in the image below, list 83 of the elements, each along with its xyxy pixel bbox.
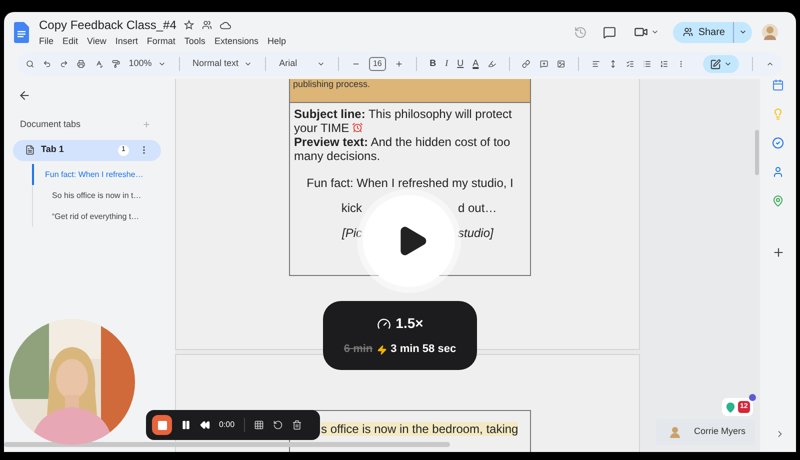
avatar[interactable] <box>762 24 778 40</box>
contacts-icon[interactable] <box>772 166 784 178</box>
video-call-icon[interactable] <box>634 25 648 39</box>
reduced-duration: 3 min 58 sec <box>390 342 456 358</box>
outline-item[interactable]: “Get rid of everything t… <box>32 206 161 226</box>
menu-item[interactable]: View <box>87 34 106 48</box>
add-icon[interactable] <box>772 246 784 259</box>
collaborator-chip[interactable]: Corrie Myers <box>656 419 755 445</box>
format-button[interactable]: A <box>472 57 479 71</box>
restart-icon[interactable] <box>272 420 283 430</box>
original-duration: 6 min <box>344 342 373 358</box>
stop-button[interactable] <box>152 415 172 435</box>
caret-icon <box>317 60 326 68</box>
calendar-icon[interactable] <box>772 79 784 91</box>
link-icon[interactable] <box>522 58 531 70</box>
star-icon[interactable] <box>184 20 194 30</box>
map-pin-icon[interactable] <box>772 195 784 207</box>
caret-icon <box>158 60 166 68</box>
undo-icon[interactable] <box>43 58 52 70</box>
avatar <box>670 426 680 438</box>
format-button[interactable]: B <box>430 57 436 71</box>
font-size-field[interactable]: 16 <box>368 57 386 71</box>
text-line: d out… <box>458 200 497 217</box>
format-button[interactable]: U <box>457 57 464 71</box>
cloud-icon[interactable] <box>220 20 232 30</box>
outline-item[interactable]: So his office is now in t… <box>32 184 161 206</box>
image-icon[interactable] <box>556 58 565 70</box>
highlighter-icon[interactable] <box>488 58 496 70</box>
line-spacing-icon[interactable] <box>608 58 617 70</box>
pause-icon[interactable] <box>181 420 191 430</box>
document-icon[interactable] <box>14 22 29 42</box>
horizontal-scrollbar[interactable] <box>4 442 450 447</box>
paint-format-icon[interactable] <box>112 58 120 70</box>
people-icon <box>683 27 694 37</box>
paragraph: Subject line: This philosophy will protect your TIME <box>294 107 513 135</box>
add-comment-icon[interactable] <box>540 58 548 70</box>
edit-icon <box>710 58 722 70</box>
editing-mode-button[interactable] <box>703 55 740 73</box>
alarm-clock-icon <box>352 122 364 134</box>
spellcheck-icon[interactable] <box>94 58 103 70</box>
rewind-icon[interactable] <box>200 420 210 430</box>
menu-item[interactable]: Help <box>267 34 286 48</box>
grid-icon[interactable] <box>254 420 264 430</box>
sidebar-heading: Document tabs <box>20 118 81 131</box>
search-icon[interactable] <box>26 58 34 70</box>
redo-icon[interactable] <box>60 58 68 70</box>
text-line: studio] <box>458 225 494 242</box>
document-title[interactable]: Copy Feedback Class_#4 <box>39 16 176 34</box>
font-dropdown[interactable]: Arial <box>279 57 326 71</box>
share-button[interactable]: Share <box>673 22 752 42</box>
delete-icon[interactable] <box>292 420 302 430</box>
outline-item[interactable]: Fun fact: When I refreshe… <box>32 164 161 184</box>
numbered-list-icon[interactable] <box>660 58 668 70</box>
vertical-scrollbar[interactable] <box>755 130 759 175</box>
paragraph: Preview text: And the hidden cost of too many decisions. <box>294 135 512 163</box>
menu-item[interactable]: Tools <box>184 34 206 48</box>
style-dropdown[interactable]: Normal text <box>192 57 252 71</box>
highlighted-text: s office is now in the bedroom, taking <box>321 422 518 436</box>
caret-icon <box>724 60 732 68</box>
caret-icon <box>244 60 252 68</box>
menu-item[interactable]: Insert <box>115 34 138 48</box>
caret-icon[interactable] <box>651 28 660 36</box>
tasks-icon[interactable] <box>772 137 784 149</box>
format-button[interactable]: I <box>445 57 448 71</box>
menu-item[interactable]: File <box>39 34 54 48</box>
text-line: kick <box>341 200 362 217</box>
comment-icon[interactable] <box>603 26 616 38</box>
caret-icon[interactable] <box>739 28 747 36</box>
speed-icon <box>376 316 391 331</box>
document-icon <box>25 145 35 155</box>
playback-rate: 1.5× <box>396 314 424 334</box>
back-icon[interactable] <box>18 89 31 102</box>
print-icon[interactable] <box>77 58 86 70</box>
recording-time: 0:00 <box>219 419 235 431</box>
lightning-icon <box>376 344 387 354</box>
zoom-dropdown[interactable]: 100% <box>128 57 166 71</box>
text-line: [Pic <box>342 225 362 242</box>
menu-item[interactable]: Format <box>146 34 176 48</box>
pin-icon <box>725 402 736 412</box>
text-line: Fun fact: When I refreshed my studio, I <box>306 175 514 192</box>
menu-item[interactable]: Extensions <box>214 34 258 48</box>
menu-item[interactable]: Edit <box>62 34 78 48</box>
table-cell: publishing process. <box>290 79 530 103</box>
